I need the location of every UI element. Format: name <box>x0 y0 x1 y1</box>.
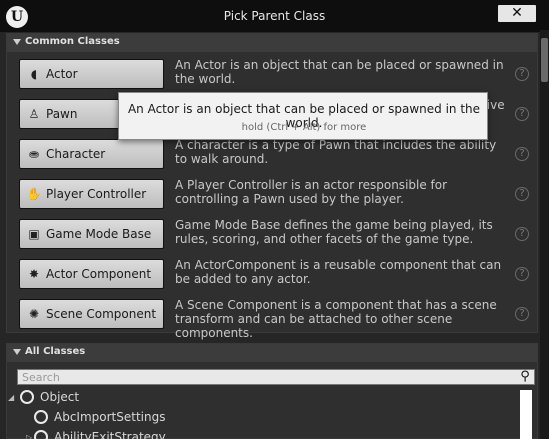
window-title: Pick Parent Class <box>223 9 326 23</box>
class-button[interactable]: ✸ Actor Component <box>19 259 164 289</box>
class-circle-icon <box>20 390 34 404</box>
close-button[interactable]: ✕ <box>498 5 536 22</box>
class-row: ✋ Player Controller A Player Controller is… <box>19 178 537 212</box>
pick-parent-class-dialog: U Pick Parent Class ✕ Common Classes ◖ Ac… <box>0 0 549 439</box>
expanded-arrow-icon[interactable]: ◢ <box>8 393 14 402</box>
class-circle-icon <box>34 430 48 439</box>
class-button-label: Actor Component <box>46 267 152 281</box>
class-button-label: Player Controller <box>46 187 147 201</box>
class-button[interactable]: ⛂ Character <box>19 139 164 169</box>
class-button[interactable]: ▣ Game Mode Base <box>19 219 164 249</box>
help-icon[interactable]: ? <box>515 187 529 201</box>
collapse-triangle-icon[interactable] <box>13 349 21 355</box>
class-button-label: Game Mode Base <box>46 227 152 241</box>
class-button-label: Actor <box>46 67 78 81</box>
all-classes-label: All Classes <box>25 346 86 357</box>
class-description: Game Mode Base defines the game being pl… <box>175 218 493 246</box>
actor-icon: ◖ <box>30 67 38 81</box>
search-input[interactable] <box>18 370 514 384</box>
common-classes-header[interactable]: Common Classes <box>7 34 537 52</box>
background-scrollbar[interactable] <box>540 30 549 439</box>
help-icon[interactable]: ? <box>515 147 529 161</box>
class-button-label: Character <box>46 147 106 161</box>
class-description: An ActorComponent is a reusable componen… <box>175 258 502 286</box>
tooltip: An Actor is an object that can be placed… <box>118 92 488 140</box>
class-button-label: Scene Component <box>46 307 157 321</box>
tooltip-hint: hold (Ctrl + Alt) for more <box>241 122 367 133</box>
class-row: ✺ Scene Component A Scene Component is a c… <box>19 298 537 340</box>
help-icon[interactable]: ? <box>515 67 529 81</box>
tree-scrollbar[interactable] <box>520 390 532 439</box>
game-mode-icon: ▣ <box>28 227 40 241</box>
scrollbar-thumb[interactable] <box>541 38 548 82</box>
search-box[interactable]: ⚲ <box>17 369 535 385</box>
class-tree: ◢ Object AbcImportSettings ▷ AbilityExitStra… <box>8 388 528 439</box>
class-row: ⛂ Character A character is a type of Pawn … <box>19 138 537 172</box>
tree-item[interactable]: ◢ Object <box>8 388 408 408</box>
help-icon[interactable]: ? <box>515 267 529 281</box>
tree-item[interactable]: AbcImportSettings <box>26 408 426 428</box>
collapse-triangle-icon[interactable] <box>13 39 21 45</box>
help-icon[interactable]: ? <box>515 227 529 241</box>
pawn-icon: ♙ <box>28 107 40 121</box>
class-button[interactable]: ✺ Scene Component <box>19 299 164 329</box>
class-button[interactable]: ✋ Player Controller <box>19 179 164 209</box>
class-row: ▣ Game Mode Base Game Mode Base defines th… <box>19 218 537 252</box>
all-classes-header[interactable]: All Classes <box>7 344 537 362</box>
class-button[interactable]: ◖ Actor <box>19 59 164 89</box>
common-classes-label: Common Classes <box>25 36 120 47</box>
tree-item-label: Object <box>40 390 80 404</box>
actor-component-icon: ✸ <box>28 267 40 281</box>
character-icon: ⛂ <box>28 147 40 161</box>
class-description: A character is a type of Pawn that inclu… <box>175 138 497 166</box>
tree-item-label: AbilityExitStrategy <box>54 430 166 439</box>
tree-item[interactable]: ▷ AbilityExitStrategy <box>26 428 426 439</box>
title-bar[interactable]: U Pick Parent Class ✕ <box>0 0 549 32</box>
class-description: An Actor is an object that can be placed… <box>175 58 504 86</box>
search-icon[interactable]: ⚲ <box>518 370 532 384</box>
help-icon[interactable]: ? <box>515 307 529 321</box>
tree-item-label: AbcImportSettings <box>54 410 166 424</box>
class-description: A Scene Component is a component that ha… <box>175 298 497 340</box>
class-row: ◖ Actor An Actor is an object that can be … <box>19 58 537 92</box>
class-circle-icon <box>34 410 48 424</box>
class-button-label: Pawn <box>46 107 78 121</box>
player-controller-icon: ✋ <box>26 187 42 201</box>
class-description: A Player Controller is an actor responsi… <box>175 178 448 206</box>
scene-component-icon: ✺ <box>28 307 40 321</box>
help-icon[interactable]: ? <box>515 107 529 121</box>
collapsed-arrow-icon[interactable]: ▷ <box>26 433 32 439</box>
class-row: ✸ Actor Component An ActorComponent is a r… <box>19 258 537 292</box>
